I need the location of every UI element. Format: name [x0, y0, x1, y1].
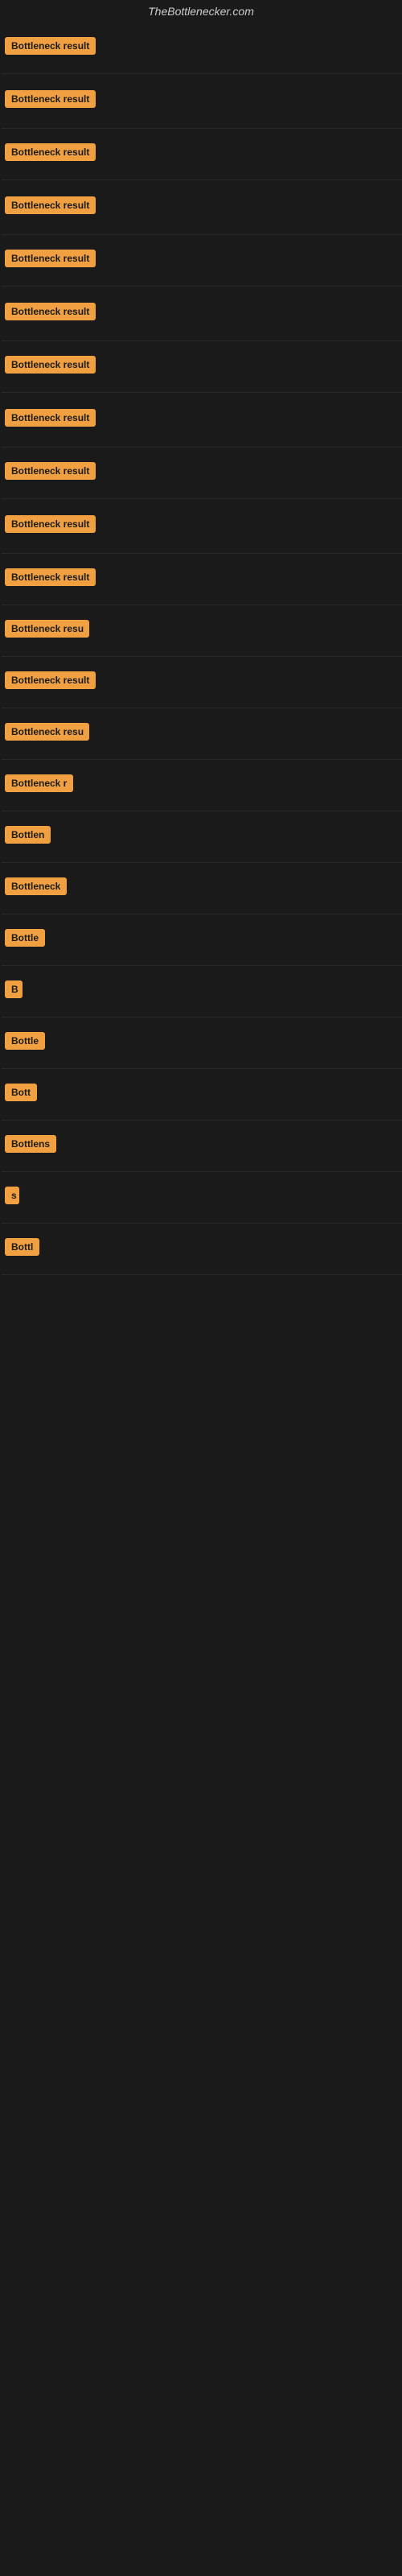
result-row: Bottle	[2, 914, 402, 966]
bottleneck-result-badge[interactable]: Bottl	[5, 1238, 39, 1256]
bottleneck-result-badge[interactable]: Bottleneck result	[5, 356, 96, 374]
result-row: Bottleneck result	[2, 180, 402, 235]
result-row: Bottleneck result	[2, 235, 402, 287]
bottleneck-result-badge[interactable]: Bottle	[5, 1032, 45, 1050]
result-row: Bottleneck result	[2, 341, 402, 393]
result-row: Bott	[2, 1069, 402, 1121]
results-container: Bottleneck result Bottleneck result Bottle…	[0, 23, 402, 1275]
result-row: Bottleneck r	[2, 760, 402, 811]
result-row: Bottleneck	[2, 863, 402, 914]
bottleneck-result-badge[interactable]: Bottleneck result	[5, 462, 96, 480]
bottleneck-result-badge[interactable]: Bottleneck resu	[5, 620, 89, 638]
bottleneck-result-badge[interactable]: Bottleneck result	[5, 196, 96, 214]
result-row: Bottleneck result	[2, 554, 402, 605]
result-row: Bottlen	[2, 811, 402, 863]
bottleneck-result-badge[interactable]: Bottleneck result	[5, 515, 96, 533]
bottleneck-result-badge[interactable]: Bottleneck result	[5, 37, 96, 55]
bottleneck-result-badge[interactable]: Bott	[5, 1084, 37, 1101]
result-row: Bottleneck resu	[2, 605, 402, 657]
result-row: Bottleneck result	[2, 657, 402, 708]
bottleneck-result-badge[interactable]: Bottlen	[5, 826, 51, 844]
bottleneck-result-badge[interactable]: Bottleneck result	[5, 303, 96, 320]
bottleneck-result-badge[interactable]: Bottleneck	[5, 877, 67, 895]
result-row: Bottle	[2, 1018, 402, 1069]
bottleneck-result-badge[interactable]: Bottleneck result	[5, 250, 96, 267]
result-row: Bottleneck result	[2, 129, 402, 180]
bottleneck-result-badge[interactable]: Bottleneck resu	[5, 723, 89, 741]
bottleneck-result-badge[interactable]: Bottle	[5, 929, 45, 947]
bottleneck-result-badge[interactable]: s	[5, 1187, 19, 1204]
result-row: B	[2, 966, 402, 1018]
bottleneck-result-badge[interactable]: B	[5, 980, 23, 998]
bottleneck-result-badge[interactable]: Bottleneck result	[5, 90, 96, 108]
result-row: Bottleneck result	[2, 448, 402, 499]
result-row: Bottleneck result	[2, 287, 402, 341]
bottleneck-result-badge[interactable]: Bottlens	[5, 1135, 56, 1153]
bottleneck-result-badge[interactable]: Bottleneck r	[5, 774, 73, 792]
bottleneck-result-badge[interactable]: Bottleneck result	[5, 568, 96, 586]
result-row: Bottl	[2, 1224, 402, 1275]
result-row: s	[2, 1172, 402, 1224]
result-row: Bottleneck resu	[2, 708, 402, 760]
bottleneck-result-badge[interactable]: Bottleneck result	[5, 671, 96, 689]
result-row: Bottleneck result	[2, 23, 402, 74]
result-row: Bottleneck result	[2, 499, 402, 554]
bottleneck-result-badge[interactable]: Bottleneck result	[5, 409, 96, 427]
result-row: Bottleneck result	[2, 393, 402, 448]
site-title: TheBottlenecker.com	[0, 0, 402, 23]
result-row: Bottleneck result	[2, 74, 402, 129]
result-row: Bottlens	[2, 1121, 402, 1172]
bottleneck-result-badge[interactable]: Bottleneck result	[5, 143, 96, 161]
